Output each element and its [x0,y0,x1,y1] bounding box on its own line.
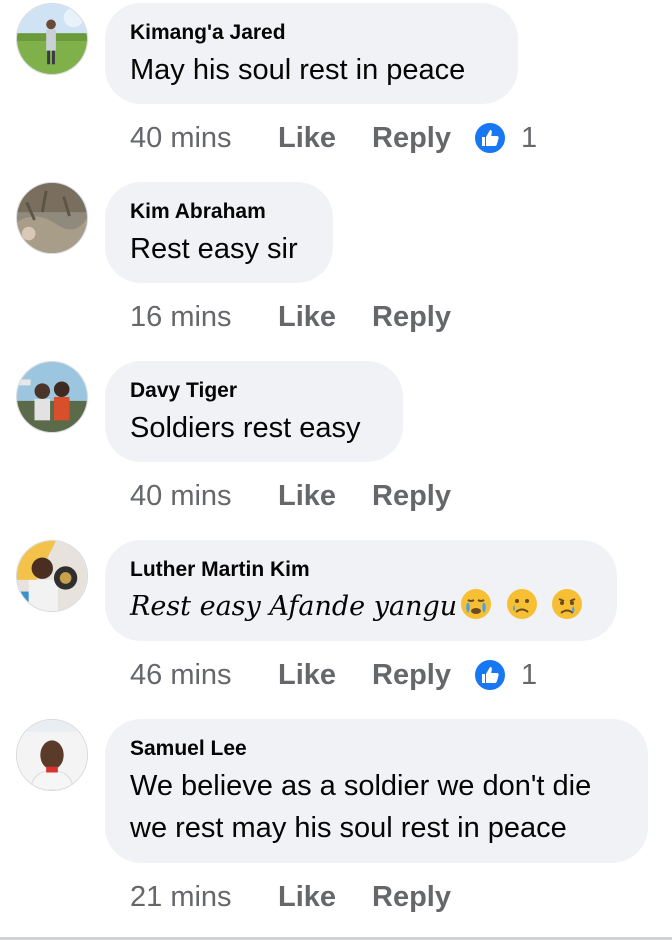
like-button[interactable]: Like [278,122,372,155]
comment-text-content: Rest easy Afande yangu [130,591,458,622]
like-button[interactable]: Like [278,659,372,692]
comment-text-line-2: we rest may his soul rest in peace [130,812,567,844]
comment-actions: 40 mins Like Reply [130,476,473,516]
comment-actions: 46 mins Like Reply 1 [130,655,537,695]
reaction-summary[interactable]: 1 [472,658,538,692]
comment-time[interactable]: 40 mins [130,122,278,155]
comment-actions: 16 mins Like Reply [130,297,473,337]
comment-time[interactable]: 21 mins [130,881,278,914]
like-button[interactable]: Like [278,301,372,334]
comment-bubble: Kim Abraham Rest easy sir [105,182,333,283]
comment-actions: 40 mins Like Reply 1 [130,118,537,158]
reply-button[interactable]: Reply [372,122,451,155]
thumbs-up-icon [472,121,507,155]
reaction-count: 1 [520,121,538,154]
comment-bubble: Samuel Lee We believe as a soldier we do… [105,719,648,863]
comment-text: Rest easy Afande yangu [130,586,593,634]
comment-bubble: Kimang'a Jared May his soul rest in peac… [105,3,518,104]
crying-face-icon [461,589,492,619]
like-button[interactable]: Like [278,881,372,914]
avatar[interactable] [16,719,88,791]
comment-text: Soldiers rest easy [130,412,361,444]
reaction-summary[interactable]: 1 [472,121,538,155]
comment-bubble: Davy Tiger Soldiers rest easy [105,361,403,462]
comment-author[interactable]: Kimang'a Jared [130,20,494,46]
comment-time[interactable]: 16 mins [130,301,278,334]
comment-text-line-1: We believe as a soldier we don't die [130,770,592,802]
avatar[interactable] [16,361,88,433]
reply-button[interactable]: Reply [372,301,451,334]
comment-text: Rest easy sir [130,233,298,265]
avatar[interactable] [16,3,88,75]
avatar-photo [17,183,87,253]
comment-author[interactable]: Davy Tiger [130,378,379,404]
reply-button[interactable]: Reply [372,659,451,692]
avatar-photo [17,541,87,611]
avatar[interactable] [16,540,88,612]
comment-author[interactable]: Samuel Lee [130,736,624,762]
crying-face-icon [552,589,583,619]
comment-actions: 21 mins Like Reply [130,877,473,917]
thumbs-up-icon [472,658,507,692]
sad-tear-face-icon [506,589,537,619]
avatar-photo [17,4,87,74]
like-button[interactable]: Like [278,480,372,513]
avatar[interactable] [16,182,88,254]
comment-bubble: Luther Martin Kim Rest easy Afande yangu [105,540,617,641]
reaction-count: 1 [520,658,538,691]
comment-author[interactable]: Kim Abraham [130,199,309,225]
avatar-photo [17,362,87,432]
comment-text: May his soul rest in peace [130,54,466,86]
comment-time[interactable]: 46 mins [130,659,278,692]
emoji-group [459,587,587,634]
avatar-photo [17,720,87,790]
comment-time[interactable]: 40 mins [130,480,278,513]
reply-button[interactable]: Reply [372,480,451,513]
reply-button[interactable]: Reply [372,881,451,914]
comment-author[interactable]: Luther Martin Kim [130,557,593,583]
